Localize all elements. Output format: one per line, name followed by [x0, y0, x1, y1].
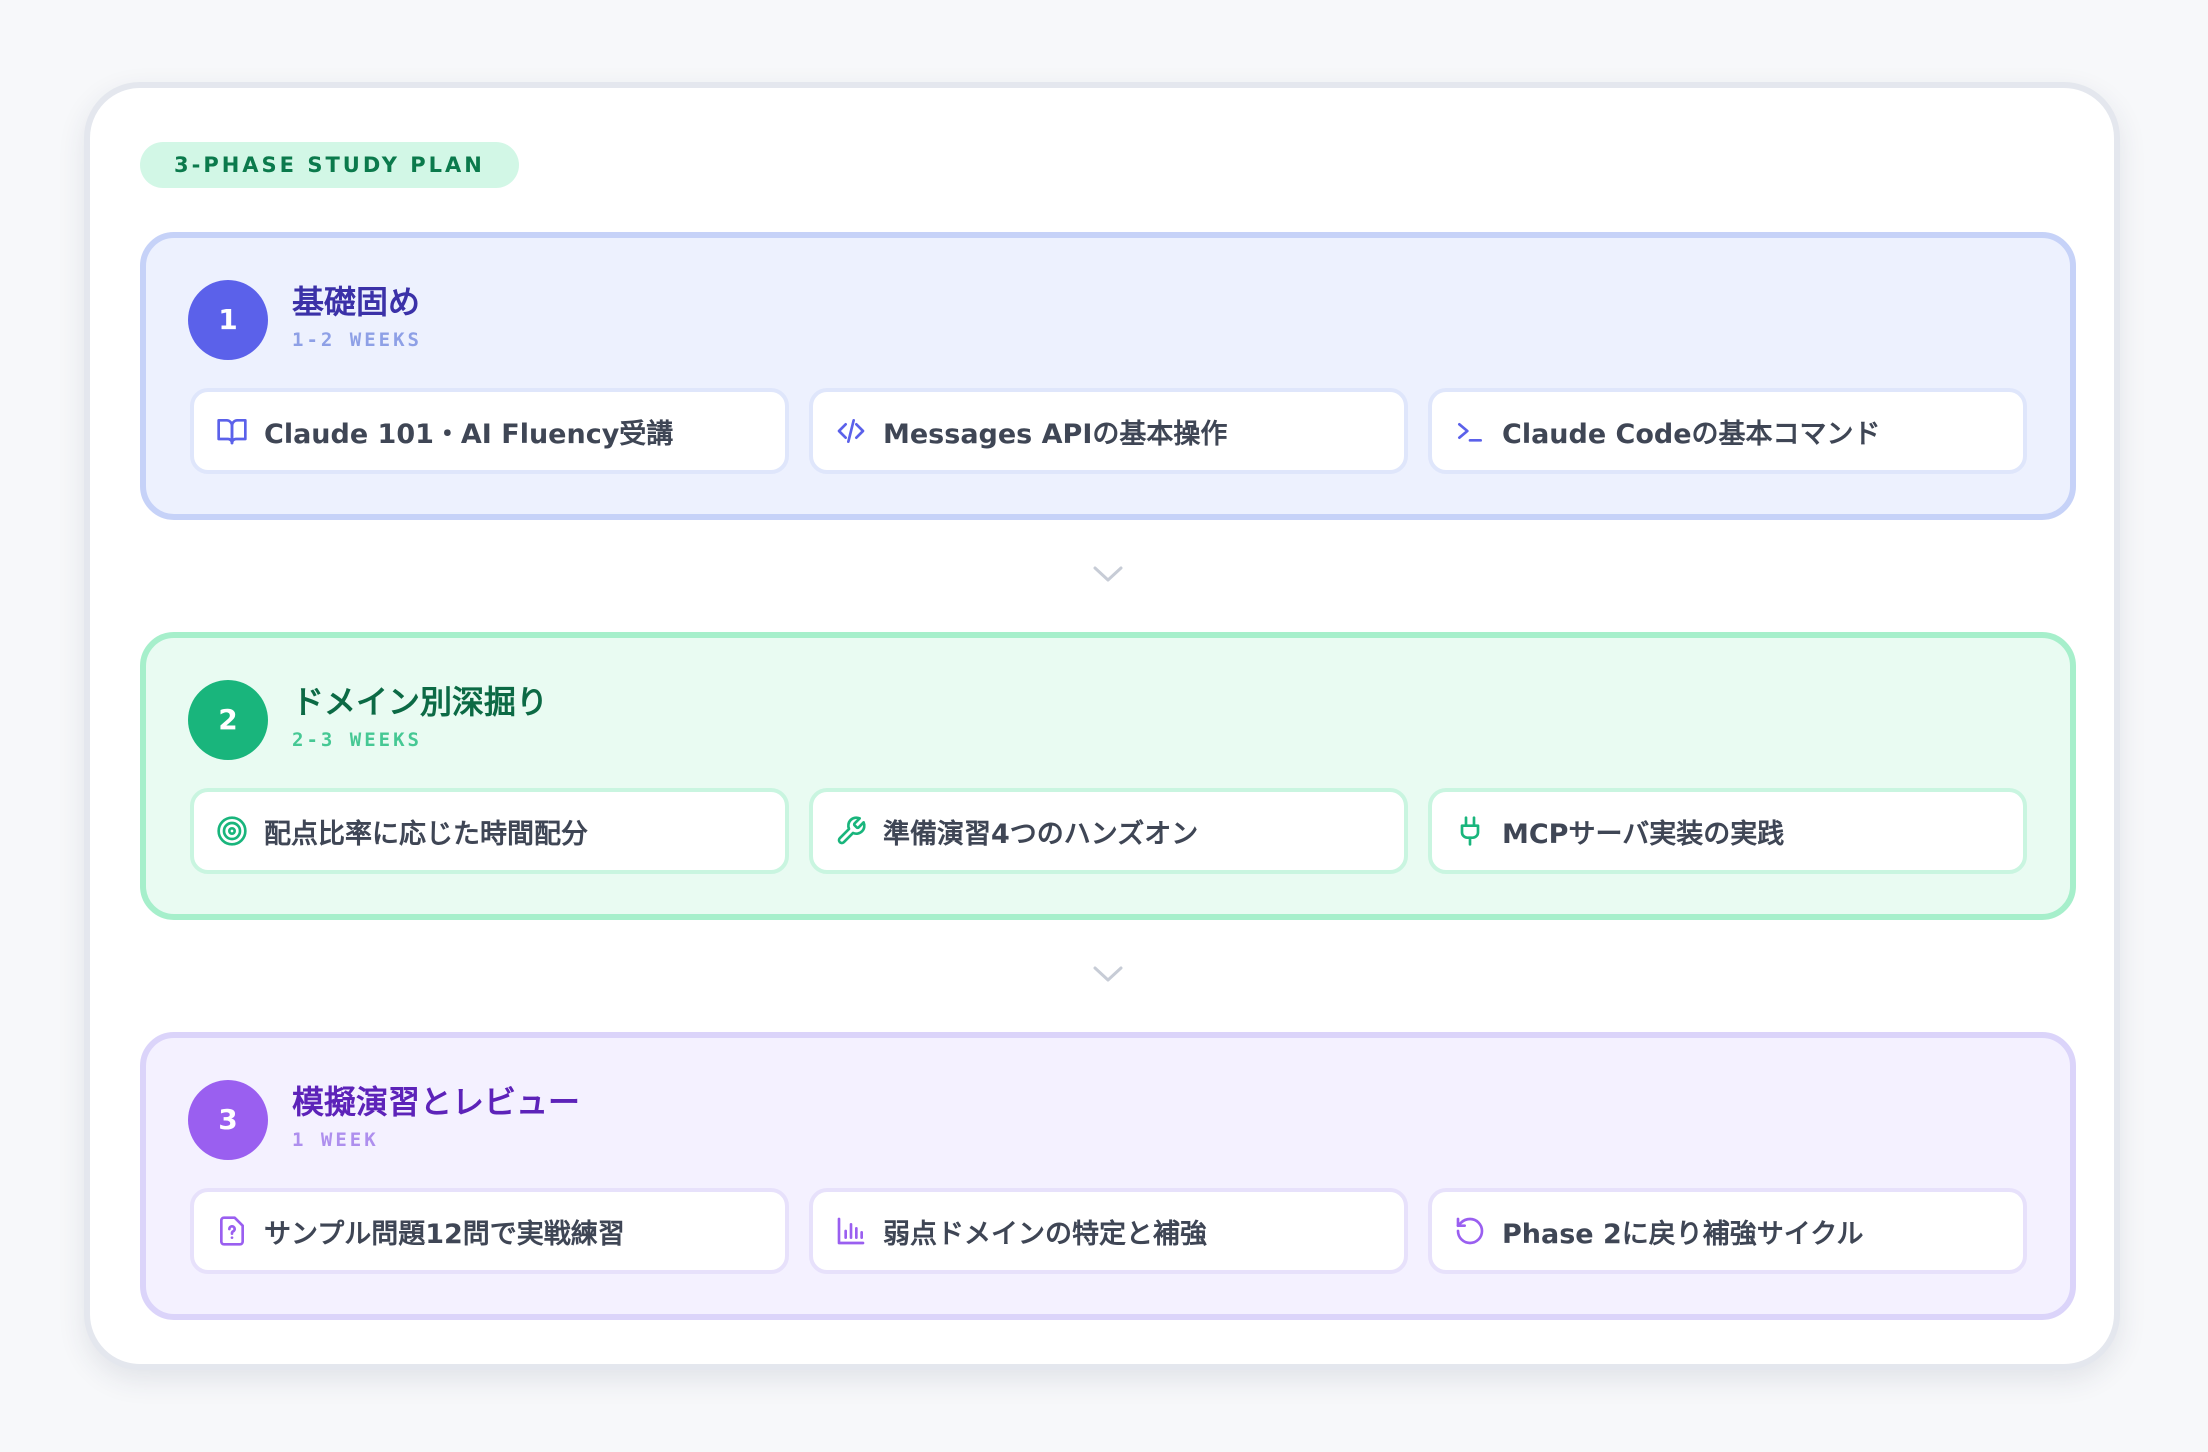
task-label: Phase 2に戻り補強サイクル	[1502, 1218, 1864, 1250]
phase-2-panel: 2 ドメイン別深掘り 2-3 WEEKS 配点比率に応じた時間配分 準備演習4つ…	[140, 632, 2076, 920]
plan-badge: 3-PHASE STUDY PLAN	[140, 142, 519, 188]
question-file-icon	[214, 1213, 250, 1249]
task-label: 準備演習4つのハンズオン	[883, 818, 1199, 850]
book-icon	[214, 413, 250, 449]
study-plan-card: 3-PHASE STUDY PLAN 1 基礎固め 1-2 WEEKS Clau…	[84, 82, 2120, 1370]
phase-items: Claude 101・AI Fluency受講 Messages APIの基本操…	[190, 388, 2027, 474]
phase-number-badge: 3	[188, 1080, 268, 1160]
phase-1-panel: 1 基礎固め 1-2 WEEKS Claude 101・AI Fluency受講…	[140, 232, 2076, 520]
task-item: MCPサーバ実装の実践	[1428, 788, 2027, 874]
chevron-down-icon	[1091, 964, 1125, 984]
chevron-down-icon	[1091, 564, 1125, 584]
task-item: 準備演習4つのハンズオン	[809, 788, 1408, 874]
task-label: Messages APIの基本操作	[883, 418, 1228, 450]
terminal-icon	[1452, 413, 1488, 449]
task-label: 配点比率に応じた時間配分	[264, 818, 588, 850]
plug-icon	[1452, 813, 1488, 849]
task-item: Messages APIの基本操作	[809, 388, 1408, 474]
task-item: 弱点ドメインの特定と補強	[809, 1188, 1408, 1274]
phase-title: 基礎固め	[292, 283, 421, 321]
task-label: MCPサーバ実装の実践	[1502, 818, 1785, 850]
wrench-icon	[833, 813, 869, 849]
phase-number-badge: 2	[188, 680, 268, 760]
phase-duration: 2-3 WEEKS	[292, 729, 422, 751]
task-label: Claude 101・AI Fluency受講	[264, 418, 674, 450]
task-item: 配点比率に応じた時間配分	[190, 788, 789, 874]
phase-3-panel: 3 模擬演習とレビュー 1 WEEK サンプル問題12問で実戦練習 弱点ドメイン…	[140, 1032, 2076, 1320]
bar-chart-icon	[833, 1213, 869, 1249]
task-item: Claude 101・AI Fluency受講	[190, 388, 789, 474]
phase-duration: 1 WEEK	[292, 1129, 379, 1151]
phase-title: 模擬演習とレビュー	[292, 1083, 581, 1121]
phase-title: ドメイン別深掘り	[292, 683, 549, 721]
task-item: Claude Codeの基本コマンド	[1428, 388, 2027, 474]
code-icon	[833, 413, 869, 449]
phase-items: サンプル問題12問で実戦練習 弱点ドメインの特定と補強 Phase 2に戻り補強…	[190, 1188, 2027, 1274]
phase-items: 配点比率に応じた時間配分 準備演習4つのハンズオン MCPサーバ実装の実践	[190, 788, 2027, 874]
task-item: サンプル問題12問で実戦練習	[190, 1188, 789, 1274]
task-label: サンプル問題12問で実戦練習	[264, 1218, 625, 1250]
task-item: Phase 2に戻り補強サイクル	[1428, 1188, 2027, 1274]
task-label: Claude Codeの基本コマンド	[1502, 418, 1881, 450]
target-icon	[214, 813, 250, 849]
task-label: 弱点ドメインの特定と補強	[883, 1218, 1207, 1250]
rotate-ccw-icon	[1452, 1213, 1488, 1249]
phase-duration: 1-2 WEEKS	[292, 329, 422, 351]
phase-number-badge: 1	[188, 280, 268, 360]
